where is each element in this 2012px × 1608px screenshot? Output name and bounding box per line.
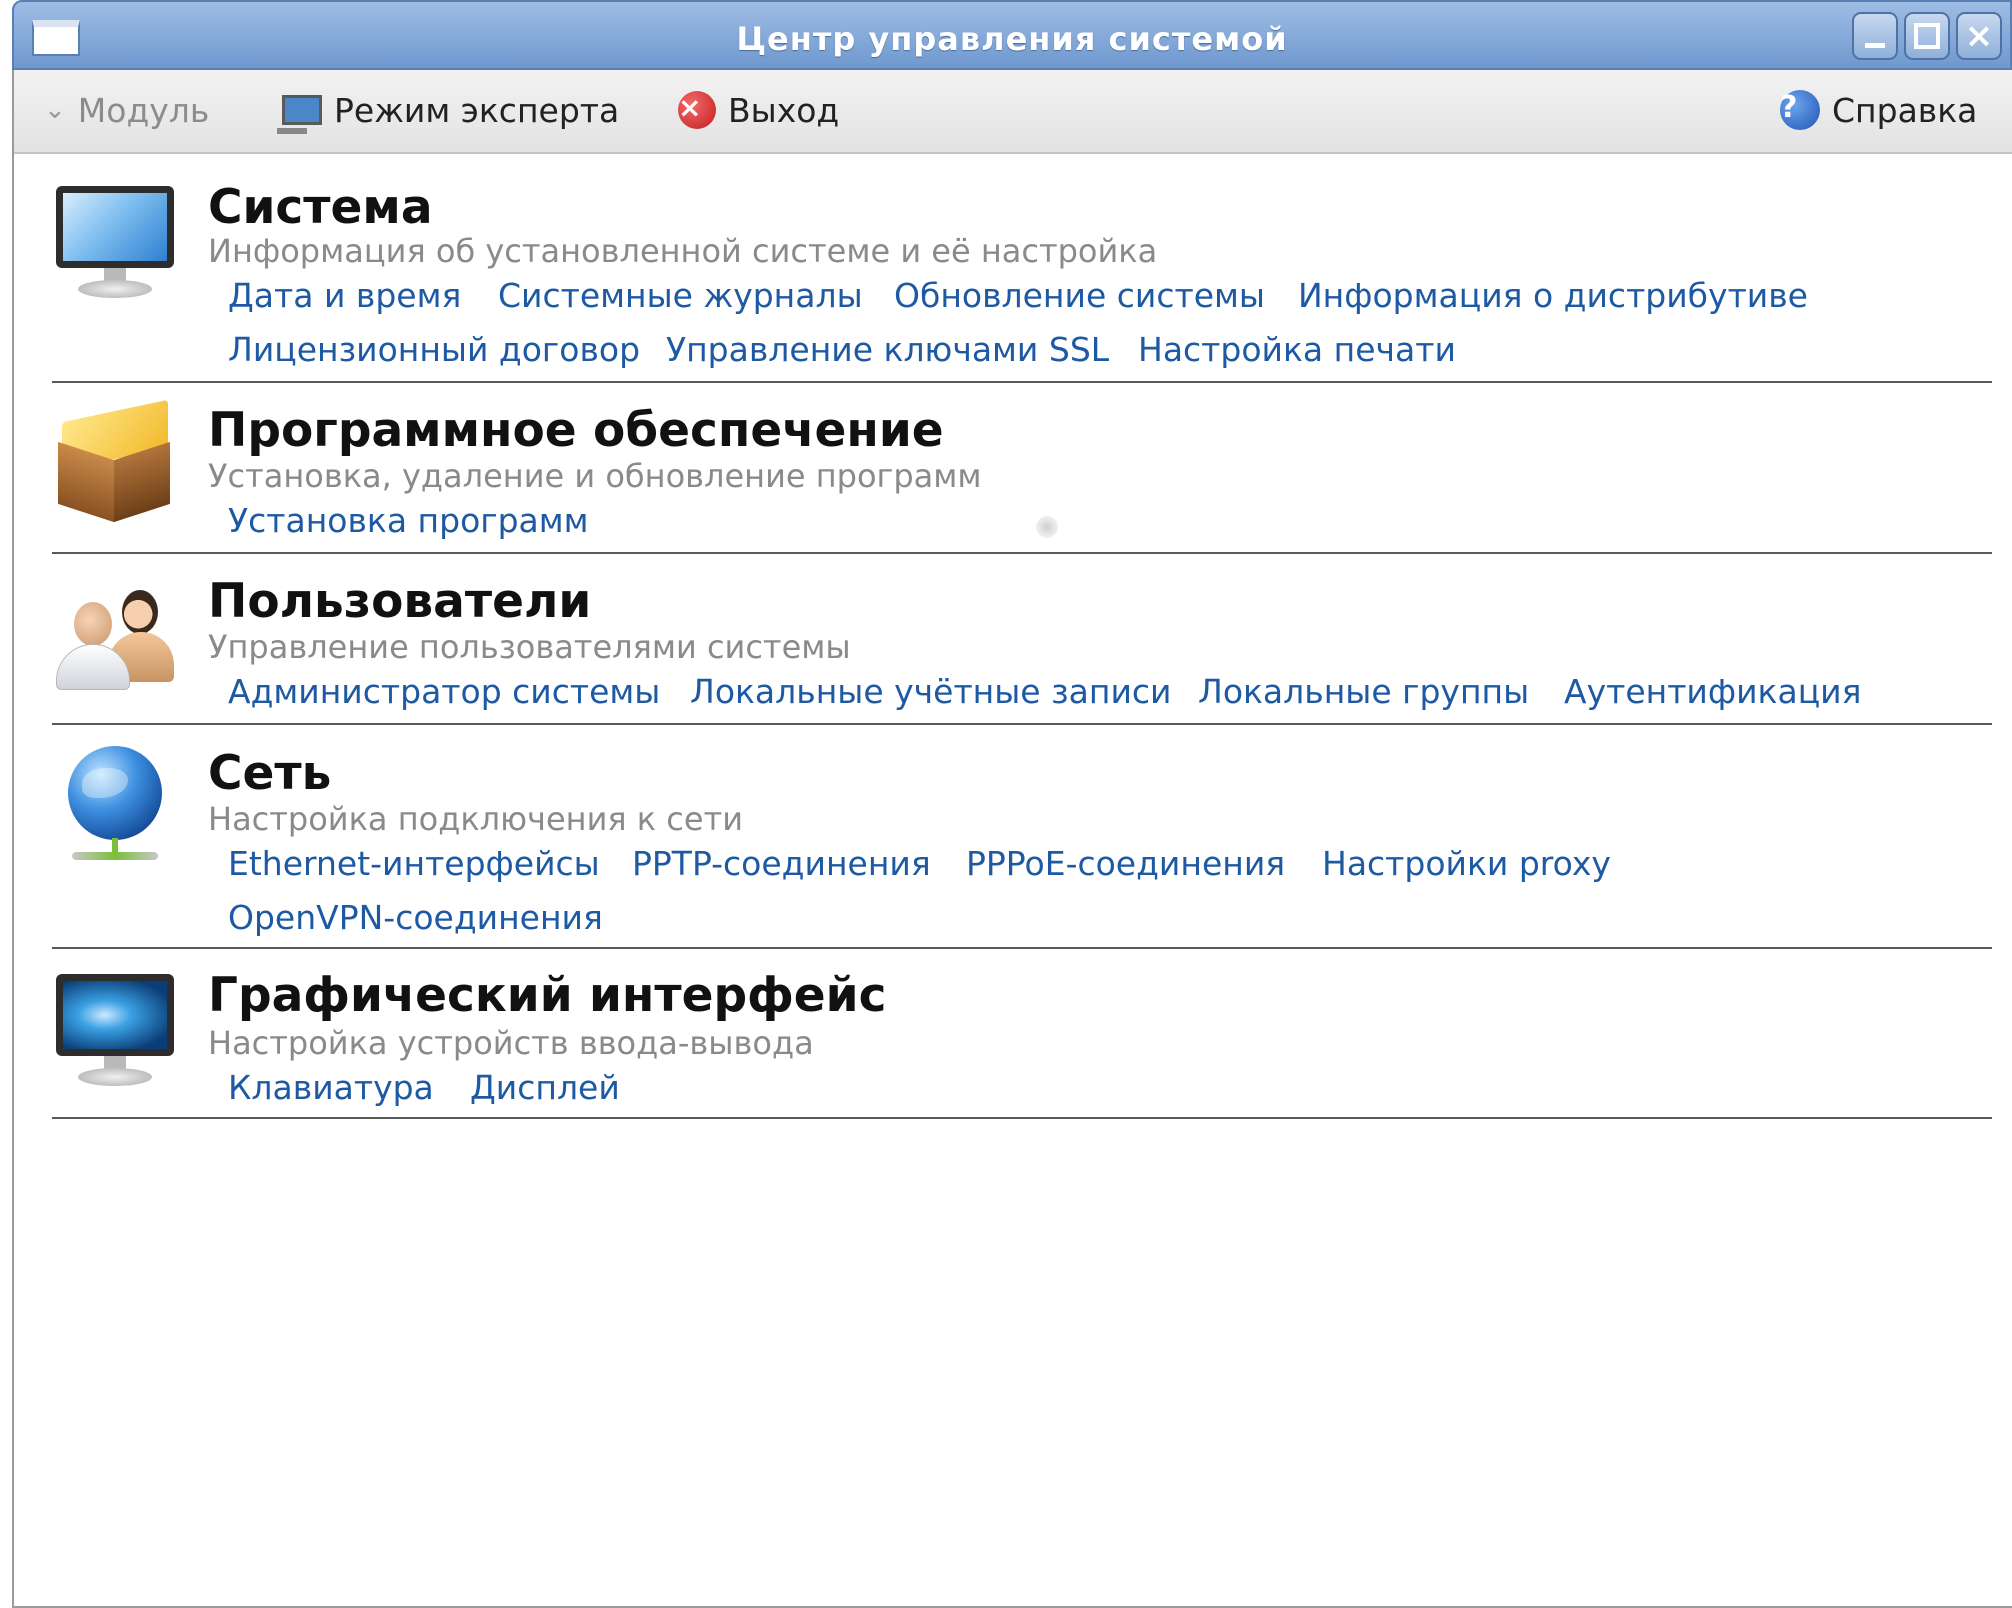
link-system-update[interactable]: Обновление системы [894, 276, 1265, 315]
link-system-logs[interactable]: Системные журналы [498, 276, 863, 315]
category-description: Информация об установленной системе и её… [208, 232, 1158, 270]
minimize-button[interactable] [1852, 12, 1898, 60]
category-title: Программное обеспечение [208, 403, 944, 458]
module-label: Модуль [77, 90, 210, 130]
exit-button[interactable]: × Выход [678, 88, 839, 132]
link-ssl-keys[interactable]: Управление ключами SSL [666, 330, 1109, 369]
exit-label: Выход [728, 90, 840, 130]
link-keyboard[interactable]: Клавиатура [228, 1068, 434, 1107]
toolbar: ⌄ Модуль Режим эксперта × Выход ? Справк… [14, 70, 2012, 154]
help-label: Справка [1832, 90, 1978, 130]
category-title: Система [208, 180, 433, 235]
link-date-time[interactable]: Дата и время [228, 276, 461, 315]
link-print-settings[interactable]: Настройка печати [1138, 330, 1456, 369]
link-pptp-connections[interactable]: PPTP-соединения [632, 844, 931, 883]
monitor-icon [52, 178, 178, 304]
link-authentication[interactable]: Аутентификация [1564, 672, 1861, 711]
module-menu-button[interactable]: ⌄ Модуль [44, 88, 209, 132]
category-description: Установка, удаление и обновление програм… [208, 457, 982, 495]
category-description: Настройка устройств ввода-вывода [208, 1024, 814, 1062]
users-icon [52, 572, 178, 698]
category-description: Настройка подключения к сети [208, 800, 743, 838]
monitor-icon [277, 95, 322, 134]
exit-icon: × [678, 91, 716, 129]
display-icon [52, 966, 178, 1092]
category-network: Сеть Настройка подключения к сети Ethern… [52, 742, 1992, 949]
category-users: Пользователи Управление пользователями с… [52, 572, 1992, 725]
link-local-groups[interactable]: Локальные группы [1198, 672, 1529, 711]
link-openvpn-connections[interactable]: OpenVPN-соединения [228, 898, 603, 937]
category-description: Управление пользователями системы [208, 628, 851, 666]
category-title: Сеть [208, 746, 332, 801]
link-local-accounts[interactable]: Локальные учётные записи [690, 672, 1171, 711]
maximize-button[interactable] [1904, 12, 1950, 60]
cursor-trace [1036, 516, 1058, 538]
help-icon: ? [1780, 90, 1820, 130]
close-icon: × [1964, 16, 1994, 56]
close-button[interactable]: × [1956, 12, 2002, 60]
category-title: Графический интерфейс [208, 968, 887, 1023]
category-graphical-interface: Графический интерфейс Настройка устройст… [52, 966, 1992, 1119]
globe-network-icon [52, 742, 178, 868]
help-button[interactable]: ? Справка [1780, 88, 1977, 132]
category-title: Пользователи [208, 574, 592, 629]
link-system-administrator[interactable]: Администратор системы [228, 672, 660, 711]
link-license-agreement[interactable]: Лицензионный договор [228, 330, 640, 369]
package-icon [52, 399, 178, 527]
expert-mode-button[interactable]: Режим эксперта [277, 88, 620, 134]
category-software: Программное обеспечение Установка, удале… [52, 399, 1992, 554]
link-install-software[interactable]: Установка программ [228, 501, 589, 540]
link-proxy-settings[interactable]: Настройки proxy [1322, 844, 1611, 883]
link-ethernet-interfaces[interactable]: Ethernet-интерфейсы [228, 844, 600, 883]
title-bar[interactable]: Центр управления системой × [12, 0, 2012, 70]
chevron-down-icon: ⌄ [44, 95, 66, 125]
link-display[interactable]: Дисплей [470, 1068, 620, 1107]
link-pppoe-connections[interactable]: PPPoE-соединения [966, 844, 1285, 883]
link-distribution-info[interactable]: Информация о дистрибутиве [1298, 276, 1808, 315]
category-system: Система Информация об установленной сист… [52, 178, 1992, 383]
expert-mode-label: Режим эксперта [334, 90, 620, 130]
window-title: Центр управления системой [736, 20, 1288, 58]
